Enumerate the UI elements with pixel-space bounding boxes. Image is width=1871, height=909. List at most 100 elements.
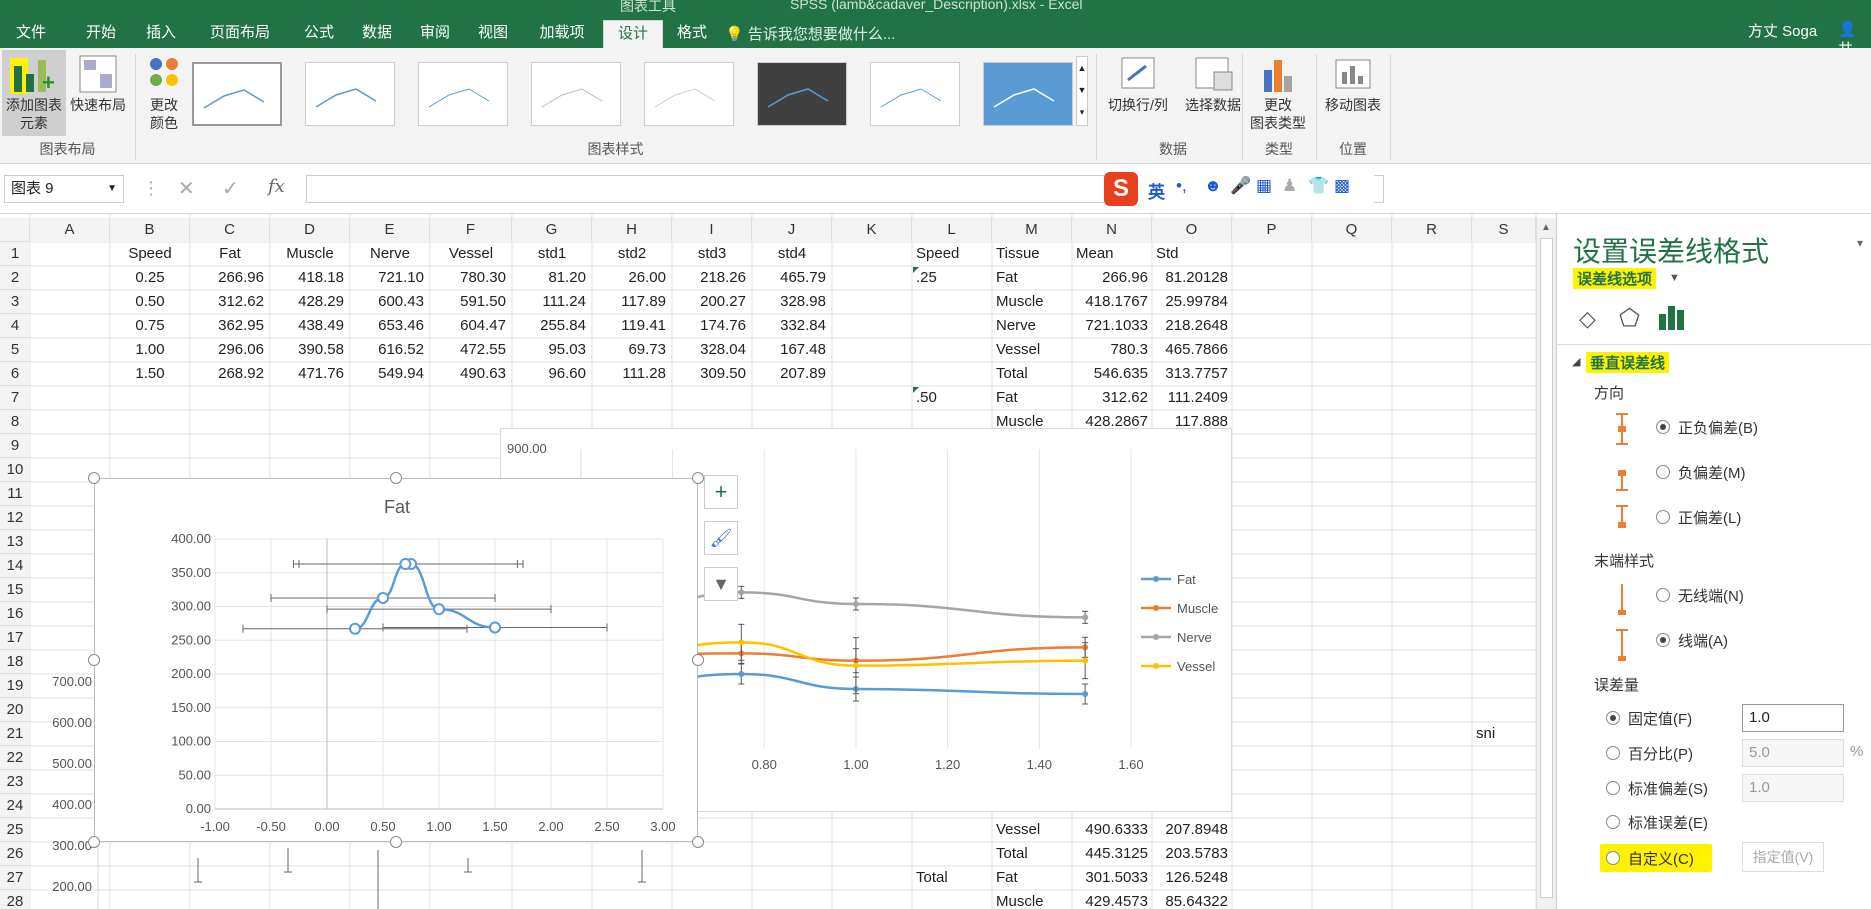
radio-cap[interactable]	[1656, 633, 1670, 647]
row-header-10[interactable]: 10	[0, 458, 30, 482]
table-cell[interactable]: 268.92	[190, 362, 264, 386]
row-header-3[interactable]: 3	[0, 290, 30, 314]
table-cell[interactable]: 95.03	[512, 338, 586, 362]
table-cell[interactable]: 81.20128	[1156, 266, 1228, 290]
table-cell[interactable]: 207.89	[752, 362, 826, 386]
row-header-24[interactable]: 24	[0, 794, 30, 818]
table-cell[interactable]: 81.20	[512, 266, 586, 290]
table-cell[interactable]: 428.29	[270, 290, 344, 314]
table-cell[interactable]: .25	[916, 266, 937, 290]
radio-percentage[interactable]	[1606, 746, 1620, 760]
column-header-c[interactable]: C	[190, 218, 270, 242]
row-header-20[interactable]: 20	[0, 698, 30, 722]
table-cell[interactable]: 218.2648	[1156, 314, 1228, 338]
cell-header[interactable]: Std	[1156, 242, 1179, 266]
punct-icon[interactable]: •,	[1176, 176, 1187, 196]
table-cell[interactable]: 429.4573	[1076, 890, 1148, 909]
column-header-f[interactable]: F	[430, 218, 512, 242]
radio-cap-label[interactable]: 线端(A)	[1678, 630, 1728, 651]
row-header-15[interactable]: 15	[0, 578, 30, 602]
column-header-a[interactable]: A	[30, 218, 110, 242]
tab-format[interactable]: 格式	[663, 20, 721, 48]
row-header-19[interactable]: 19	[0, 674, 30, 698]
table-cell[interactable]: 266.96	[190, 266, 264, 290]
cell-header[interactable]: std2	[592, 242, 672, 266]
cell-header[interactable]: Muscle	[270, 242, 350, 266]
row-header-6[interactable]: 6	[0, 362, 30, 386]
table-cell[interactable]: 26.00	[592, 266, 666, 290]
table-cell[interactable]: 1.50	[110, 362, 190, 386]
table-cell[interactable]: 126.5248	[1156, 866, 1228, 890]
specify-value-button[interactable]: 指定值(V)	[1742, 842, 1824, 872]
pane-collapse-icon[interactable]: ▾	[1857, 236, 1863, 250]
radio-plus-label[interactable]: 正偏差(L)	[1678, 507, 1741, 528]
column-header-s[interactable]: S	[1472, 218, 1536, 242]
fill-line-icon[interactable]: ◇	[1579, 306, 1596, 332]
row-header-8[interactable]: 8	[0, 410, 30, 434]
table-cell[interactable]: 119.41	[592, 314, 666, 338]
cell-header[interactable]: std1	[512, 242, 592, 266]
tab-data[interactable]: 数据	[348, 20, 406, 48]
table-cell[interactable]: 313.7757	[1156, 362, 1228, 386]
fat-chart[interactable]: Fat 0.00 50.00 100.00 150.00 200.00 250.00 300.…	[94, 478, 698, 842]
row-header-28[interactable]: 28	[0, 890, 30, 909]
vertical-scrollbar[interactable]: ▲	[1536, 218, 1556, 909]
table-cell[interactable]: 600.43	[350, 290, 424, 314]
table-cell[interactable]: 721.10	[350, 266, 424, 290]
row-header-16[interactable]: 16	[0, 602, 30, 626]
column-header-q[interactable]: Q	[1312, 218, 1392, 242]
keyboard-icon[interactable]: ▦	[1256, 176, 1272, 196]
tell-me-search[interactable]: 💡 告诉我您想要做什么...	[725, 23, 895, 44]
table-cell[interactable]: 490.6333	[1076, 818, 1148, 842]
bar-options-icon[interactable]	[1657, 302, 1687, 332]
skin-icon[interactable]: 👕	[1308, 176, 1329, 196]
radio-fixed-value-label[interactable]: 固定值(F)	[1628, 708, 1692, 729]
chart-styles-button[interactable]: 🖌	[704, 521, 738, 555]
table-cell[interactable]: Fat	[996, 266, 1018, 290]
quick-layout-button[interactable]: 快速布局	[68, 50, 128, 136]
table-cell[interactable]: 445.3125	[1076, 842, 1148, 866]
row-header-2[interactable]: 2	[0, 266, 30, 290]
table-cell[interactable]: 312.62	[1076, 386, 1148, 410]
radio-std-error-label[interactable]: 标准误差(E)	[1628, 812, 1708, 833]
table-cell[interactable]: 591.50	[430, 290, 506, 314]
fixed-value-input[interactable]: 1.0	[1742, 704, 1844, 732]
table-cell[interactable]: 780.3	[1076, 338, 1148, 362]
table-cell[interactable]: Total	[996, 362, 1028, 386]
column-header-g[interactable]: G	[512, 218, 592, 242]
tools-grid-icon[interactable]: ▩	[1334, 176, 1350, 196]
column-header-j[interactable]: J	[752, 218, 832, 242]
tab-formulas[interactable]: 公式	[290, 20, 348, 48]
row-header-7[interactable]: 7	[0, 386, 30, 410]
radio-plus[interactable]	[1656, 510, 1670, 524]
column-header-k[interactable]: K	[832, 218, 912, 242]
table-cell[interactable]: 328.04	[672, 338, 746, 362]
radio-minus-label[interactable]: 负偏差(M)	[1678, 462, 1746, 483]
chart-style-2[interactable]	[305, 62, 395, 126]
cell-r21[interactable]: sni	[1476, 722, 1495, 746]
move-chart-button[interactable]: 移动图表	[1320, 50, 1386, 136]
scroll-thumb[interactable]	[1540, 238, 1553, 898]
cell-header[interactable]: Speed	[916, 242, 959, 266]
resize-handle[interactable]	[692, 654, 704, 666]
table-cell[interactable]: 266.96	[1076, 266, 1148, 290]
table-cell[interactable]: Fat	[996, 866, 1018, 890]
std-dev-input[interactable]: 1.0	[1742, 774, 1844, 802]
table-cell[interactable]: Total	[916, 866, 948, 890]
row-header-27[interactable]: 27	[0, 866, 30, 890]
table-cell[interactable]: 418.18	[270, 266, 344, 290]
emoji-icon[interactable]: ☻	[1204, 176, 1222, 196]
table-cell[interactable]: 174.76	[672, 314, 746, 338]
chart-elements-button[interactable]: +	[704, 475, 738, 509]
table-cell[interactable]: 616.52	[350, 338, 424, 362]
column-header-p[interactable]: P	[1232, 218, 1312, 242]
row-header-25[interactable]: 25	[0, 818, 30, 842]
table-cell[interactable]: 472.55	[430, 338, 506, 362]
row-header-1[interactable]: 1	[0, 242, 30, 266]
table-cell[interactable]: 0.75	[110, 314, 190, 338]
cancel-icon[interactable]: ✕	[178, 176, 195, 201]
table-cell[interactable]: 111.28	[592, 362, 666, 386]
table-cell[interactable]: 200.27	[672, 290, 746, 314]
radio-std-dev[interactable]	[1606, 781, 1620, 795]
resize-handle[interactable]	[88, 836, 100, 848]
